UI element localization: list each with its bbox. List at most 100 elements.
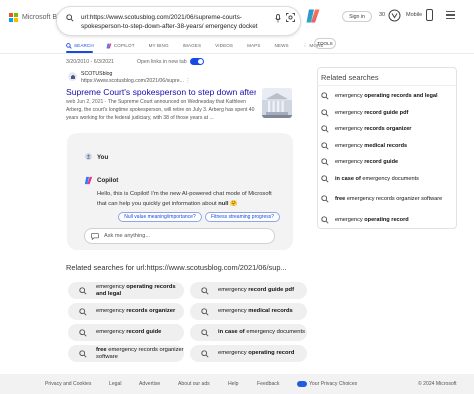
copilot-icon[interactable] bbox=[305, 8, 321, 24]
search-icon bbox=[201, 349, 209, 358]
related-search-pill[interactable]: emergency record guide pdf bbox=[190, 282, 307, 299]
footer-link-about-ads[interactable]: About our ads bbox=[178, 381, 210, 387]
related-panel-item[interactable]: in case of emergency documents bbox=[321, 174, 447, 184]
result-snippet: web Jun 2, 2021 · The Supreme Court anno… bbox=[66, 99, 255, 122]
date-range-filter[interactable]: 3/20/2010 - 6/3/2021 bbox=[66, 59, 114, 65]
related-search-text: emergency records organizer bbox=[96, 308, 176, 315]
related-panel-item[interactable]: emergency record guide pdf bbox=[321, 108, 447, 118]
related-panel-text: emergency records organizer bbox=[335, 125, 412, 132]
search-icon bbox=[321, 216, 329, 224]
tab-search[interactable]: SEARCH bbox=[66, 42, 94, 49]
tools-button[interactable]: TOOLS bbox=[314, 38, 336, 49]
related-search-text: emergency operating record bbox=[218, 350, 295, 357]
related-search-text: emergency record guide pdf bbox=[218, 287, 295, 294]
url-options-icon[interactable]: ⋮ bbox=[185, 78, 190, 84]
related-panel-text: emergency medical records bbox=[335, 142, 408, 149]
related-search-text: in case of emergency documents bbox=[218, 329, 306, 336]
result-url[interactable]: https://www.scotusblog.com/2021/06/supre… bbox=[81, 78, 191, 84]
user-label: You bbox=[97, 154, 109, 161]
related-search-pill[interactable]: free emergency records organizer softwar… bbox=[68, 345, 184, 362]
copilot-message: Hello, this is Copilot! I'm the new AI-p… bbox=[97, 191, 272, 207]
search-icon bbox=[201, 286, 209, 295]
related-panel-item[interactable]: free emergency records organizer softwar… bbox=[321, 194, 447, 204]
search-icon bbox=[321, 158, 329, 166]
visual-search-icon[interactable] bbox=[286, 13, 295, 22]
footer-link-help[interactable]: Help bbox=[228, 381, 238, 387]
sign-in-button[interactable]: Sign in bbox=[342, 11, 372, 22]
footer-link-advertise[interactable]: Advertise bbox=[139, 381, 160, 387]
search-icon bbox=[79, 349, 87, 358]
related-panel-text: emergency record guide bbox=[335, 158, 399, 165]
search-box[interactable]: url:https://www.scotusblog.com/2021/06/s… bbox=[56, 6, 301, 36]
search-icon bbox=[321, 195, 329, 203]
related-panel-item[interactable]: emergency records organizer bbox=[321, 124, 447, 134]
microsoft-logo-icon bbox=[9, 12, 18, 22]
search-tab-icon bbox=[66, 42, 72, 49]
scope-tabs: SEARCH COPILOT MY BING IMAGES VIDEOS MAP… bbox=[66, 41, 324, 50]
related-search-text: emergency operating records and legal bbox=[96, 283, 176, 297]
related-search-text: emergency medical records bbox=[218, 308, 293, 315]
related-panel-heading: Related searches bbox=[321, 73, 379, 82]
copilot-ask-input[interactable]: Ask me anything... bbox=[84, 228, 275, 244]
tab-maps[interactable]: MAPS bbox=[247, 43, 260, 48]
related-panel-text: in case of emergency documents bbox=[335, 175, 419, 182]
tab-my-bing[interactable]: MY BING bbox=[149, 43, 169, 48]
tab-videos[interactable]: VIDEOS bbox=[215, 43, 233, 48]
hamburger-menu-icon[interactable] bbox=[446, 11, 455, 19]
result-site-name: SCOTUSblog bbox=[81, 71, 113, 77]
related-panel-text: emergency operating records and legal bbox=[335, 92, 438, 99]
related-search-pill[interactable]: emergency operating record bbox=[190, 345, 307, 362]
related-search-pill[interactable]: emergency record guide bbox=[68, 324, 184, 341]
user-avatar-icon bbox=[85, 153, 92, 160]
related-panel-divider bbox=[317, 85, 457, 86]
footer-link-feedback[interactable]: Feedback bbox=[257, 381, 279, 387]
related-panel-item[interactable]: emergency medical records bbox=[321, 141, 447, 151]
mobile-label[interactable]: Mobile bbox=[406, 12, 422, 18]
search-icon bbox=[321, 109, 329, 117]
microphone-icon[interactable] bbox=[274, 13, 281, 23]
related-search-pill[interactable]: emergency medical records bbox=[190, 303, 307, 320]
related-panel-text: free emergency records organizer softwar… bbox=[335, 195, 443, 202]
related-panel-item[interactable]: emergency record guide bbox=[321, 157, 447, 167]
rewards-icon[interactable] bbox=[388, 9, 401, 22]
search-icon bbox=[79, 286, 87, 295]
tab-images[interactable]: IMAGES bbox=[183, 43, 201, 48]
related-search-text: free emergency records organizer softwar… bbox=[96, 346, 184, 360]
more-dots-icon: ⋮ bbox=[302, 42, 308, 48]
rewards-points[interactable]: 30 bbox=[379, 12, 385, 18]
result-title-link[interactable]: Supreme Court's spokesperson to step dow… bbox=[66, 87, 256, 97]
related-search-pill[interactable]: emergency records organizer bbox=[68, 303, 184, 320]
ask-placeholder: Ask me anything... bbox=[104, 233, 151, 239]
related-panel-item[interactable]: emergency operating records and legal bbox=[321, 91, 447, 101]
search-icon bbox=[79, 328, 87, 337]
search-icon bbox=[201, 307, 209, 316]
search-icon bbox=[201, 328, 209, 337]
open-new-tab-label: Open links in new tab bbox=[137, 59, 187, 65]
search-icon bbox=[65, 13, 74, 22]
related-search-pill[interactable]: emergency operating records and legal bbox=[68, 282, 184, 299]
search-icon bbox=[321, 125, 329, 133]
related-panel-text: emergency operating record bbox=[335, 216, 409, 223]
hugging-face-emoji: 🤗 bbox=[230, 201, 238, 207]
related-search-pill[interactable]: in case of emergency documents bbox=[190, 324, 307, 341]
related-search-text: emergency record guide bbox=[96, 329, 162, 336]
result-thumbnail[interactable] bbox=[262, 88, 292, 118]
suggestion-chip[interactable]: Fitness streaming progress? bbox=[205, 212, 280, 222]
chat-bubble-icon bbox=[91, 233, 99, 240]
search-icon bbox=[321, 142, 329, 150]
copilot-label: Copilot bbox=[97, 177, 119, 184]
tab-copilot[interactable]: COPILOT bbox=[106, 43, 135, 49]
related-panel-item[interactable]: emergency operating record bbox=[321, 215, 447, 225]
footer-link-legal[interactable]: Legal bbox=[109, 381, 121, 387]
open-new-tab-toggle[interactable] bbox=[190, 58, 204, 65]
search-icon bbox=[321, 175, 329, 183]
related-panel-text: emergency record guide pdf bbox=[335, 109, 409, 116]
suggestion-chip[interactable]: Null value meaning/importance? bbox=[118, 212, 202, 222]
related-searches-heading: Related searches for url:https://www.sco… bbox=[66, 263, 287, 272]
phone-icon[interactable] bbox=[426, 9, 433, 21]
footer-link-privacy[interactable]: Privacy and Cookies bbox=[45, 381, 91, 387]
footer-link-privacy-choices[interactable]: Your Privacy Choices bbox=[309, 381, 357, 387]
tab-news[interactable]: NEWS bbox=[275, 43, 289, 48]
search-icon bbox=[79, 307, 87, 316]
search-input[interactable]: url:https://www.scotusblog.com/2021/06/s… bbox=[81, 13, 271, 31]
